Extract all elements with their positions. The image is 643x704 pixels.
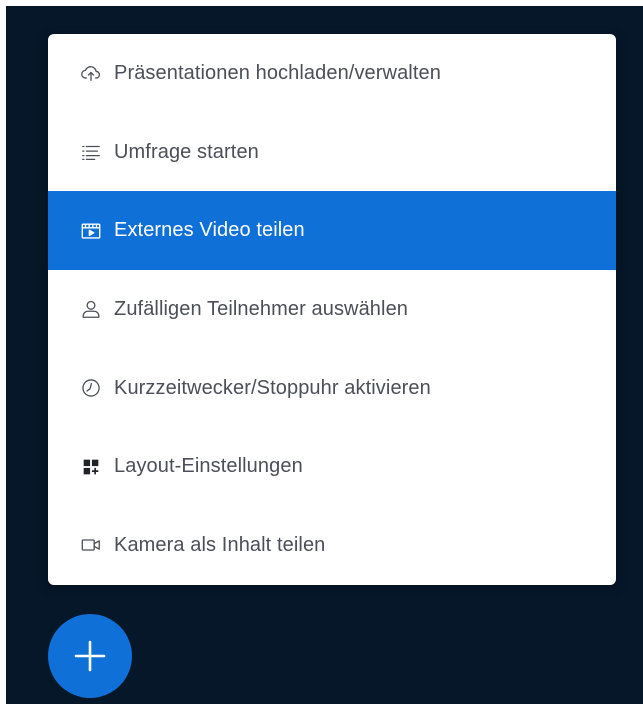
plus-icon xyxy=(70,636,110,676)
actions-menu: Präsentationen hochladen/verwalten Umfra… xyxy=(48,34,616,585)
layout-grid-icon xyxy=(80,456,102,478)
menu-item-share-external-video[interactable]: Externes Video teilen xyxy=(48,191,616,271)
user-icon xyxy=(80,298,102,320)
add-action-button[interactable] xyxy=(48,614,132,698)
menu-item-select-random-participant[interactable]: Zufälligen Teilnehmer auswählen xyxy=(48,270,616,349)
menu-item-label: Zufälligen Teilnehmer auswählen xyxy=(114,297,409,320)
menu-item-label: Externes Video teilen xyxy=(114,219,305,242)
app-background: Präsentationen hochladen/verwalten Umfra… xyxy=(6,6,643,704)
clock-icon xyxy=(80,377,102,399)
menu-item-layout-settings[interactable]: Layout-Einstellungen xyxy=(48,427,616,506)
cloud-upload-icon xyxy=(80,62,102,84)
menu-item-label: Kurzzeitwecker/Stoppuhr aktivieren xyxy=(114,376,431,399)
menu-item-label: Layout-Einstellungen xyxy=(114,455,303,478)
menu-item-label: Umfrage starten xyxy=(114,140,259,163)
camera-icon xyxy=(80,534,102,556)
menu-item-activate-timer[interactable]: Kurzzeitwecker/Stoppuhr aktivieren xyxy=(48,349,616,428)
menu-item-upload-presentations[interactable]: Präsentationen hochladen/verwalten xyxy=(48,34,616,113)
video-player-icon xyxy=(80,220,102,242)
list-icon xyxy=(80,141,102,163)
menu-item-label: Präsentationen hochladen/verwalten xyxy=(114,61,441,84)
menu-item-label: Kamera als Inhalt teilen xyxy=(114,533,326,556)
menu-item-start-poll[interactable]: Umfrage starten xyxy=(48,113,616,192)
menu-item-share-camera-as-content[interactable]: Kamera als Inhalt teilen xyxy=(48,506,616,585)
